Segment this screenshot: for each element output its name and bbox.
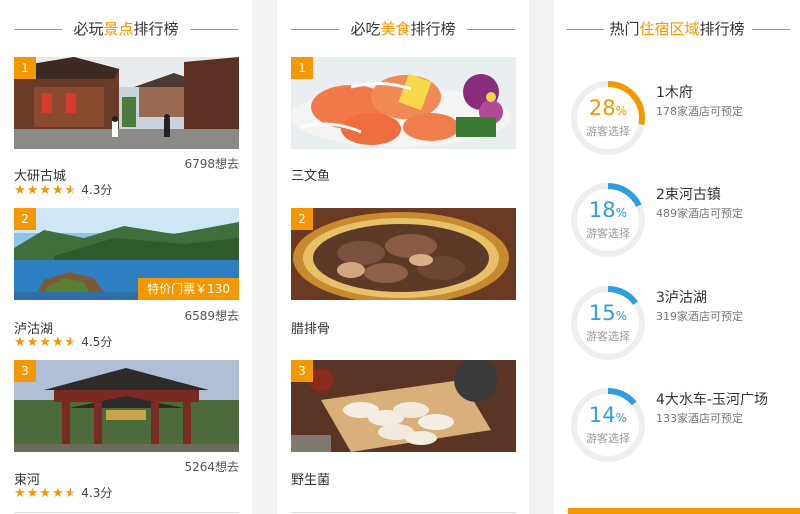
food-name[interactable]: 野生菌: [291, 469, 330, 488]
star-icons: ★★★★: [14, 335, 65, 350]
food-photo-salmon[interactable]: 1: [291, 57, 516, 149]
hotel-count: 489家酒店可预定: [656, 207, 743, 220]
food-name[interactable]: 三文鱼: [291, 165, 330, 184]
rating-score: 4.3分: [81, 183, 113, 197]
salmon-photo: [291, 57, 516, 149]
share-percent: 18: [588, 198, 616, 222]
rank-badge: 1: [291, 57, 313, 79]
sight-photo-shuhe[interactable]: 3: [14, 360, 239, 452]
food-card-cured-ribs[interactable]: 2 腊排骨: [291, 208, 516, 338]
hotel-count: 133家酒店可预定: [656, 412, 743, 425]
share-caption: 游客选择: [586, 227, 630, 240]
area-share-ring-shuhe[interactable]: 18% 游客选择: [568, 180, 648, 260]
sight-photo-lugu-lake[interactable]: 2 特价门票￥130: [14, 208, 239, 300]
more-button-edge[interactable]: [568, 508, 800, 514]
rating-score: 4.5分: [81, 335, 113, 349]
hotel-count: 178家酒店可预定: [656, 105, 743, 118]
hotel-count: 319家酒店可预定: [656, 310, 743, 323]
want-count: 5264想去: [184, 460, 239, 474]
next-card-edge: [291, 512, 516, 513]
half-star-icon: ★: [65, 183, 78, 198]
food-name[interactable]: 腊排骨: [291, 318, 330, 337]
area-name[interactable]: 2束河古镇: [656, 184, 721, 204]
rank-badge: 2: [291, 208, 313, 230]
food-photo-cured-ribs[interactable]: 2: [291, 208, 516, 300]
rank-badge: 3: [291, 360, 313, 382]
archway-photo: [14, 360, 239, 452]
sight-photo-dayan[interactable]: 1: [14, 57, 239, 149]
share-caption: 游客选择: [586, 330, 630, 343]
sight-card-lugu-lake[interactable]: 2 特价门票￥130 泸沽湖 6589想去 ★★★★★4.5分: [14, 208, 239, 350]
star-rating: ★★★★★4.5分: [14, 333, 112, 350]
area-share-ring-lugu[interactable]: 15% 游客选择: [568, 283, 648, 363]
food-photo-wild-mushroom[interactable]: 3: [291, 360, 516, 452]
mushroom-photo: [291, 360, 516, 452]
rank-badge: 1: [14, 57, 36, 79]
ancient-town-photo: [14, 57, 239, 149]
food-ranking-panel: 必吃美食排行榜 1 三文鱼 2 腊排骨 3 野生菌: [277, 0, 529, 514]
want-count: 6589想去: [184, 309, 239, 323]
title-divider-right: [752, 29, 790, 30]
want-count: 6798想去: [184, 157, 239, 171]
half-star-icon: ★: [65, 335, 78, 350]
title-divider-right: [467, 29, 515, 30]
next-card-edge: [14, 512, 239, 513]
share-caption: 游客选择: [586, 125, 630, 138]
sight-card-dayan[interactable]: 1 大研古城 6798想去 ★★★★★4.3分: [14, 57, 239, 198]
title-divider-left: [14, 29, 62, 30]
rank-badge: 2: [14, 208, 36, 230]
share-caption: 游客选择: [586, 432, 630, 445]
title-divider-left: [291, 29, 339, 30]
star-rating: ★★★★★4.3分: [14, 181, 112, 198]
star-icons: ★★★★: [14, 486, 65, 501]
sights-ranking-panel: 必玩景点排行榜 1 大研古城 6798想去 ★★★★★ ★ 4.3分 2 特价门…: [0, 0, 252, 514]
ribs-pot-photo: [291, 208, 516, 300]
area-name[interactable]: 3泸沽湖: [656, 287, 707, 307]
share-percent: 15: [588, 301, 616, 325]
area-name[interactable]: 1木府: [656, 82, 693, 102]
area-name[interactable]: 4大水车-玉河广场: [656, 389, 768, 409]
share-percent: 14: [588, 403, 616, 427]
sights-ranking-title: 必玩景点排行榜: [0, 18, 252, 40]
star-rating: ★★★★★4.3分: [14, 484, 112, 501]
half-star-icon: ★: [65, 486, 78, 501]
rating-score: 4.3分: [81, 486, 113, 500]
food-ranking-title: 必吃美食排行榜: [277, 18, 529, 40]
area-share-ring-water-wheel[interactable]: 14% 游客选择: [568, 385, 648, 465]
title-divider-right: [190, 29, 238, 30]
area-share-ring-mufu[interactable]: 28% 游客选择: [568, 78, 648, 158]
rank-badge: 3: [14, 360, 36, 382]
sight-card-shuhe[interactable]: 3 束河 5264想去 ★★★★★4.3分: [14, 360, 239, 502]
lodging-ranking-title: 热门住宿区域排行榜: [554, 18, 800, 40]
discount-ticket-tag[interactable]: 特价门票￥130: [138, 278, 239, 300]
title-divider-left: [566, 29, 604, 30]
food-card-salmon[interactable]: 1 三文鱼: [291, 57, 516, 187]
lodging-area-ranking-panel: 热门住宿区域排行榜 28% 游客选择 1木府 178家酒店可预定 18% 游客选…: [554, 0, 800, 514]
food-card-wild-mushroom[interactable]: 3 野生菌: [291, 360, 516, 490]
share-percent: 28: [588, 96, 616, 120]
star-icons: ★★★★: [14, 183, 65, 198]
